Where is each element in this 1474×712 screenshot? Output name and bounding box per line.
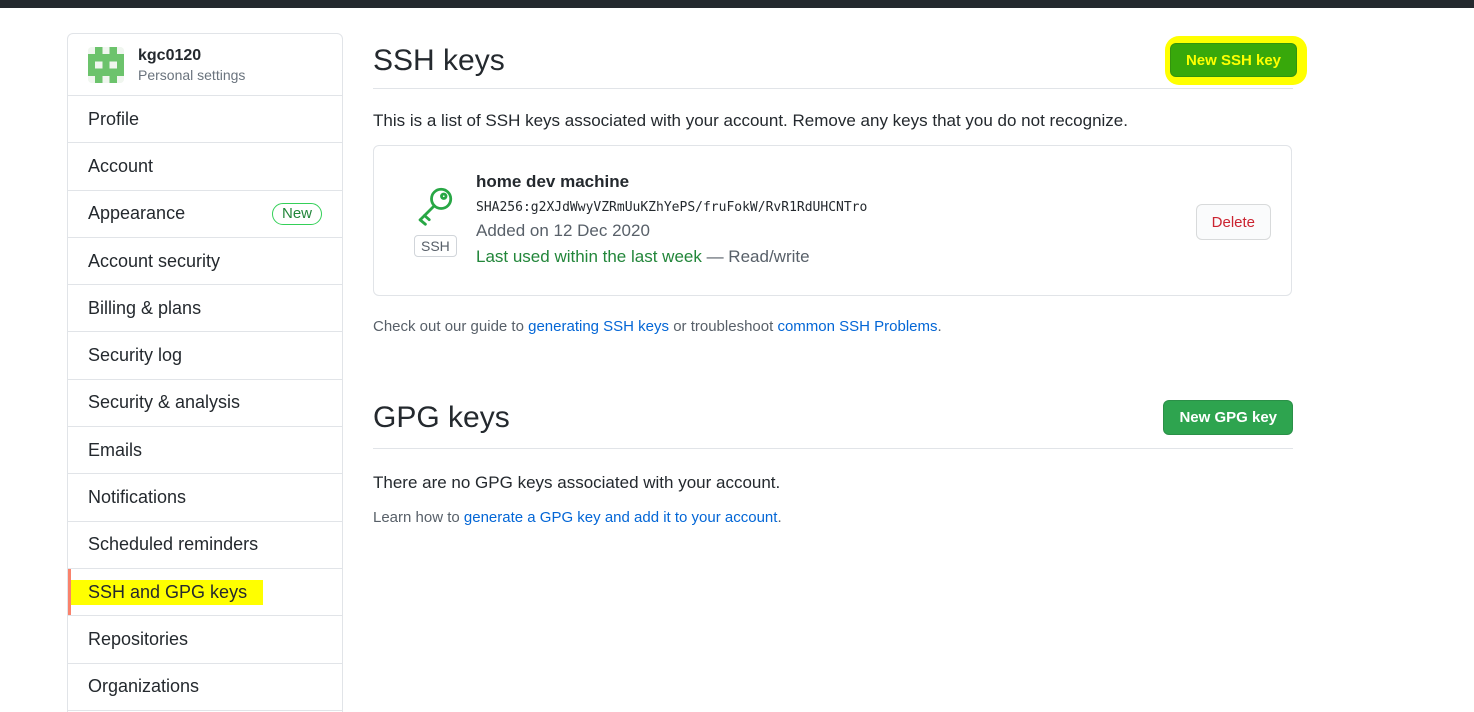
generating-ssh-keys-link[interactable]: generating SSH keys [528,318,669,335]
sidebar-item-label: Account security [88,250,221,271]
guide-middle: or troubleshoot [669,318,778,335]
sidebar-item-security-analysis[interactable]: Security & analysis [68,380,342,428]
sidebar-item-label: Organizations [88,676,200,697]
ssh-guide-text: Check out our guide to generating SSH ke… [373,318,1293,335]
ssh-intro-text: This is a list of SSH keys associated wi… [373,111,1128,130]
ssh-keys-section: SSH keys New SSH key This is a list of S… [373,33,1307,335]
sidebar-item-label: Security log [88,345,183,366]
sidebar-item-appearance[interactable]: Appearance New [68,191,342,238]
gpg-keys-section: GPG keys New GPG key There are no GPG ke… [373,387,1293,526]
sidebar-item-label: Account [88,155,154,176]
top-header-bar [0,0,1474,8]
ssh-type-label: SSH [414,235,457,257]
gpg-section-header: GPG keys New GPG key [373,387,1293,449]
settings-sidebar: kgc0120 Personal settings Profile Accoun… [67,33,343,712]
sidebar-item-account-security[interactable]: Account security [68,238,342,286]
sidebar-item-label: Notifications [88,487,187,508]
key-access-level: — Read/write [701,247,810,266]
key-icon-column: SSH [414,184,457,257]
learn-suffix: . [777,509,782,526]
profile-subtitle: Personal settings [138,66,246,83]
sidebar-item-billing[interactable]: Billing & plans [68,285,342,333]
sidebar-item-label: Profile [88,108,140,129]
sidebar-item-label: SSH and GPG keys [68,579,264,605]
sidebar-item-profile[interactable]: Profile [68,96,342,144]
main-content: SSH keys New SSH key This is a list of S… [373,33,1307,526]
sidebar-item-label: Security & analysis [88,392,241,413]
gpg-section-title: GPG keys [373,400,510,434]
sidebar-item-ssh-gpg-keys[interactable]: SSH and GPG keys [68,568,342,617]
key-added-date: Added on 12 Dec 2020 [476,221,650,240]
generate-gpg-key-link[interactable]: generate a GPG key and add it to your ac… [464,509,778,526]
sidebar-item-organizations[interactable]: Organizations [68,664,342,711]
highlight-marker: New SSH key [1164,36,1307,85]
learn-prefix: Learn how to [373,509,464,526]
avatar[interactable] [88,46,124,83]
sidebar-item-scheduled-reminders[interactable]: Scheduled reminders [68,522,342,569]
key-icon [414,187,456,230]
sidebar-item-emails[interactable]: Emails [68,427,342,475]
new-gpg-key-button[interactable]: New GPG key [1163,400,1293,435]
sidebar-item-label: Repositories [88,628,189,649]
sidebar-item-repositories[interactable]: Repositories [68,616,342,664]
ssh-section-header: SSH keys New SSH key [373,33,1307,89]
sidebar-item-notifications[interactable]: Notifications [68,474,342,522]
ssh-key-item: SSH home dev machine SHA256:g2XJdWwyVZRm… [373,145,1292,296]
common-ssh-problems-link[interactable]: common SSH Problems [777,318,937,335]
gpg-empty-text: There are no GPG keys associated with yo… [373,473,781,492]
profile-header[interactable]: kgc0120 Personal settings [68,34,342,96]
delete-key-button[interactable]: Delete [1195,204,1271,240]
last-used-text: Last used within the last week [476,247,702,266]
username[interactable]: kgc0120 [138,46,245,66]
ssh-section-title: SSH keys [373,43,505,77]
key-title: home dev machine [476,172,630,191]
key-details: home dev machine SHA256:g2XJdWwyVZRmUuKZ… [476,172,867,267]
guide-suffix: . [937,318,942,335]
sidebar-item-account[interactable]: Account [68,143,342,191]
key-fingerprint: SHA256:g2XJdWwyVZRmUuKZhYePS/fruFokW/RvR… [476,200,868,215]
sidebar-item-security-log[interactable]: Security log [68,332,342,380]
new-badge: New [271,202,322,225]
gpg-learn-text: Learn how to generate a GPG key and add … [373,509,1293,526]
sidebar-item-label: Emails [88,439,143,460]
guide-prefix: Check out our guide to [373,318,529,335]
new-ssh-key-button[interactable]: New SSH key [1169,43,1297,77]
sidebar-item-label: Appearance [88,203,186,224]
sidebar-item-label: Billing & plans [88,297,202,318]
sidebar-item-label: Scheduled reminders [88,534,259,555]
key-last-used: Last used within the last week — Read/wr… [476,247,867,267]
